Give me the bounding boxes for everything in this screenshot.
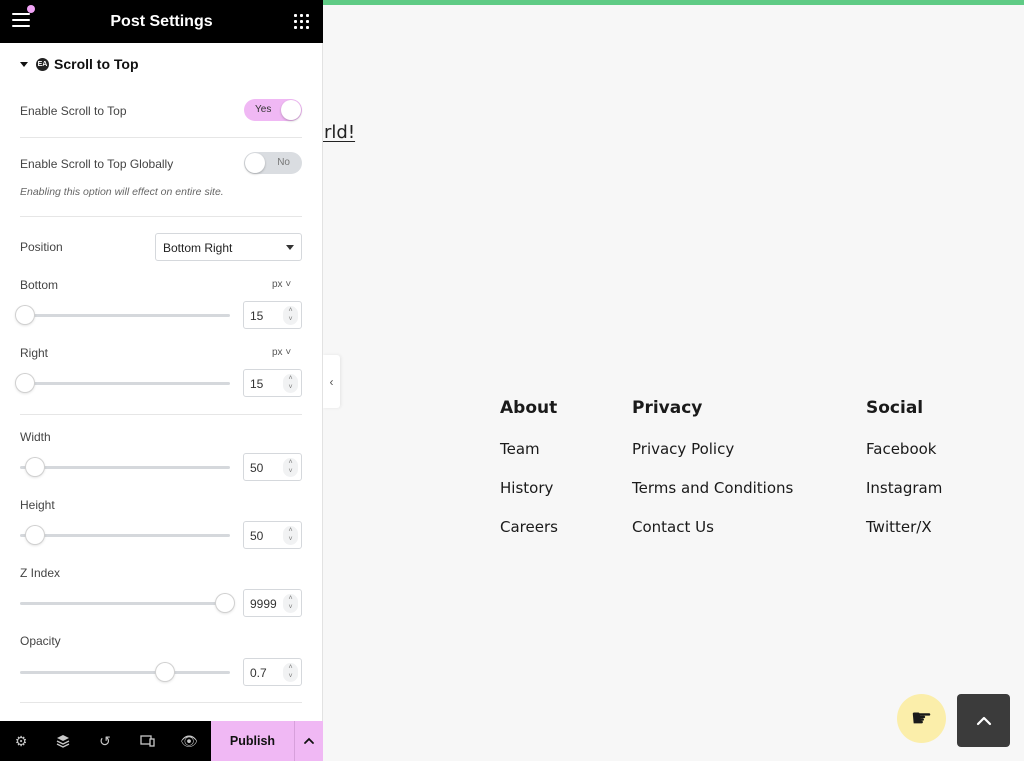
pointer-hand-icon: ☛	[897, 694, 946, 743]
notification-dot	[27, 5, 35, 13]
input-value: 50	[250, 529, 264, 543]
slider-thumb[interactable]	[26, 526, 44, 544]
toggle-state-label: Yes	[255, 104, 272, 115]
position-select[interactable]: Bottom Right	[155, 233, 302, 261]
footer-link[interactable]: Careers	[500, 518, 558, 536]
divider	[20, 414, 302, 415]
spinner-icon[interactable]: ˄ ˅	[283, 458, 298, 477]
caret-down-icon	[20, 61, 28, 67]
opacity-label: Opacity	[20, 634, 61, 648]
slider-thumb[interactable]	[16, 374, 34, 392]
footer-link[interactable]: Facebook	[866, 440, 942, 458]
footer-link[interactable]: Team	[500, 440, 558, 458]
height-input[interactable]: 50 ˄ ˅	[243, 521, 302, 549]
publish-options-button[interactable]	[294, 721, 323, 761]
position-value: Bottom Right	[163, 241, 233, 255]
toggle-state-label: No	[277, 157, 290, 168]
position-label: Position	[20, 240, 63, 254]
divider	[20, 137, 302, 138]
scroll-to-top-button[interactable]	[957, 694, 1010, 747]
publish-button[interactable]: Publish	[211, 721, 294, 761]
responsive-icon[interactable]	[126, 721, 168, 761]
bottom-input[interactable]: 15 ˄ ˅	[243, 301, 302, 329]
dropdown-arrow-icon	[286, 245, 294, 250]
history-icon[interactable]: ↺	[84, 721, 126, 761]
section-toggle-scroll-to-top[interactable]: EA Scroll to Top	[20, 56, 139, 72]
divider	[20, 702, 302, 703]
input-value: 50	[250, 461, 264, 475]
footer-column-about: About Team History Careers	[500, 398, 558, 557]
width-input[interactable]: 50 ˄ ˅	[243, 453, 302, 481]
section-title: Scroll to Top	[54, 56, 139, 72]
z-index-label: Z Index	[20, 566, 61, 580]
slider-thumb[interactable]	[26, 458, 44, 476]
chevron-left-icon: ‹	[329, 374, 334, 389]
toggle-knob	[281, 100, 301, 120]
input-value: 15	[250, 377, 264, 391]
opacity-input[interactable]: 0.7 ˄ ˅	[243, 658, 302, 686]
toggle-knob	[245, 153, 265, 173]
top-accent-bar	[323, 0, 1024, 5]
page-preview: orld! ‹ About Team History Careers Priva…	[313, 0, 1024, 761]
chevron-up-icon	[976, 716, 991, 725]
bottom-toolbar: ⚙ ↺ 👁 Publish	[0, 721, 323, 761]
footer-link[interactable]: Twitter/X	[866, 518, 942, 536]
panel-header: Post Settings	[0, 0, 323, 43]
footer-link[interactable]: Contact Us	[632, 518, 793, 536]
enable-scroll-label: Enable Scroll to Top	[20, 104, 127, 118]
right-input[interactable]: 15 ˄ ˅	[243, 369, 302, 397]
spinner-icon[interactable]: ˄ ˅	[283, 526, 298, 545]
apps-grid-icon[interactable]	[294, 14, 309, 29]
panel-title: Post Settings	[110, 12, 213, 30]
global-note: Enabling this option will effect on enti…	[20, 186, 224, 198]
enable-scroll-toggle[interactable]: Yes	[244, 99, 302, 121]
chevron-up-icon	[304, 737, 314, 744]
enable-global-label: Enable Scroll to Top Globally	[20, 157, 174, 171]
spinner-icon[interactable]: ˄ ˅	[283, 663, 298, 682]
opacity-slider[interactable]	[20, 663, 230, 681]
input-value: 15	[250, 309, 264, 323]
input-value: 0.7	[250, 666, 267, 680]
slider-thumb[interactable]	[16, 306, 34, 324]
z-index-slider[interactable]	[20, 594, 234, 612]
right-label: Right	[20, 346, 49, 360]
spinner-icon[interactable]: ˄ ˅	[283, 374, 298, 393]
height-slider[interactable]	[20, 526, 230, 544]
footer-heading: Privacy	[632, 398, 703, 418]
footer-link[interactable]: Terms and Conditions	[632, 479, 793, 497]
width-label: Width	[20, 430, 51, 444]
bottom-unit-select[interactable]: px ˅	[272, 279, 291, 290]
enable-global-toggle[interactable]: No	[244, 152, 302, 174]
layers-icon[interactable]	[42, 721, 84, 761]
footer-link[interactable]: Instagram	[866, 479, 942, 497]
footer-link[interactable]: History	[500, 479, 558, 497]
bottom-label: Bottom	[20, 278, 59, 292]
footer-heading: About	[500, 398, 558, 418]
hamburger-menu-icon[interactable]	[12, 13, 30, 29]
right-slider[interactable]	[16, 374, 230, 392]
right-unit-select[interactable]: px ˅	[272, 347, 291, 358]
height-label: Height	[20, 498, 55, 512]
collapse-panel-tab[interactable]: ‹	[323, 355, 340, 408]
spinner-icon[interactable]: ˄ ˅	[283, 306, 298, 325]
footer-column-privacy: Privacy Privacy Policy Terms and Conditi…	[632, 398, 793, 557]
addon-logo-icon: EA	[36, 57, 49, 71]
slider-thumb[interactable]	[156, 663, 174, 681]
bottom-slider[interactable]	[16, 306, 230, 324]
preview-eye-icon[interactable]: 👁	[168, 721, 210, 761]
width-slider[interactable]	[20, 458, 230, 476]
settings-icon[interactable]: ⚙	[0, 721, 42, 761]
divider	[20, 216, 302, 217]
footer-column-social: Social Facebook Instagram Twitter/X	[866, 398, 942, 557]
settings-panel: Post Settings EA Scroll to Top Enable Sc…	[0, 0, 323, 761]
slider-thumb[interactable]	[216, 594, 234, 612]
footer-heading: Social	[866, 398, 924, 418]
spinner-icon[interactable]: ˄ ˅	[283, 594, 298, 613]
input-value: 9999	[250, 597, 277, 611]
footer-link[interactable]: Privacy Policy	[632, 440, 793, 458]
z-index-input[interactable]: 9999 ˄ ˅	[243, 589, 302, 617]
